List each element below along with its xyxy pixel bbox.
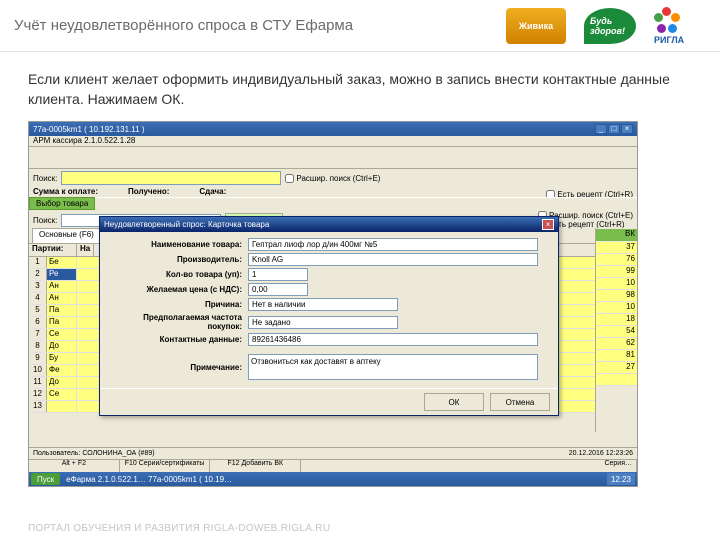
logo-bud-zdorov: Будь здоров! bbox=[584, 8, 636, 44]
app-toolbar bbox=[29, 147, 637, 169]
goods-tab[interactable]: Выбор товара bbox=[29, 197, 95, 210]
status-time: 20.12.2016 12:23:26 bbox=[569, 450, 633, 457]
mfr-field[interactable]: Knoll AG bbox=[248, 253, 538, 266]
qty-field[interactable]: 1 bbox=[248, 268, 308, 281]
dialog-title: Неудовлетворенный спрос: Карточка товара bbox=[104, 220, 269, 229]
window-title: 77а-0005km1 ( 10.192.131.11 ) bbox=[33, 125, 144, 134]
col-parties: Партии: bbox=[29, 244, 77, 256]
contact-field[interactable]: 89261436486 bbox=[248, 333, 538, 346]
reason-select[interactable]: Нет в наличии bbox=[248, 298, 398, 311]
app-screenshot: 77а-0005km1 ( 10.192.131.11 ) _□× АРМ ка… bbox=[28, 121, 638, 487]
page-title: Учёт неудовлетворённого спроса в СТУ Ефа… bbox=[14, 17, 506, 35]
start-button[interactable]: Пуск bbox=[31, 473, 60, 485]
mfr-label: Производитель: bbox=[108, 255, 248, 264]
col-name: На bbox=[77, 244, 94, 256]
name-field[interactable]: Гептрал лиоф лор д/ин 400мг №5 bbox=[248, 238, 538, 251]
slide-body: Если клиент желает оформить индивидуальн… bbox=[0, 52, 720, 117]
right-values: ВК 3776991098101854628127 bbox=[595, 228, 637, 432]
price-field[interactable]: 0,00 bbox=[248, 283, 308, 296]
search-input[interactable] bbox=[61, 171, 281, 185]
contact-label: Контактные данные: bbox=[108, 335, 248, 344]
name-label: Наименование товара: bbox=[108, 240, 248, 249]
fkey-f12[interactable]: F12 Добавить ВК bbox=[210, 460, 301, 472]
dialog-close-icon[interactable]: × bbox=[542, 219, 554, 230]
taskbar-apps[interactable]: еФарма 2.1.0.522.1… 77а-0005km1 ( 10.19… bbox=[66, 475, 232, 484]
ok-button[interactable]: ОК bbox=[424, 393, 484, 411]
slide-footer: ПОРТАЛ ОБУЧЕНИЯ И РАЗВИТИЯ RIGLA-DOWEB.R… bbox=[28, 523, 330, 534]
logo-row: Живика Будь здоров! РИГЛА bbox=[506, 7, 706, 45]
status-user: Пользователь: СОЛОНИНА_ОА (#89) bbox=[33, 450, 155, 457]
freq-select[interactable]: Не задано bbox=[248, 316, 398, 329]
fkey-serija[interactable]: Серия… bbox=[301, 460, 637, 472]
fkey-alt[interactable]: Alt + F2 bbox=[29, 460, 120, 472]
price-label: Желаемая цена (с НДС): bbox=[108, 285, 248, 294]
inner-search-label: Поиск: bbox=[33, 216, 57, 225]
logo-rigla: РИГЛА bbox=[654, 7, 706, 45]
max-icon[interactable]: □ bbox=[608, 124, 620, 134]
note-field[interactable] bbox=[248, 354, 538, 380]
tab-main[interactable]: Основные (F6) bbox=[32, 228, 101, 243]
system-tray: 12:23 bbox=[607, 473, 635, 485]
search-label: Поиск: bbox=[33, 174, 57, 183]
ext-search-check[interactable]: Расшир. поиск (Ctrl+E) bbox=[285, 174, 380, 183]
fkey-f10[interactable]: F10 Серии/сертификаты bbox=[120, 460, 211, 472]
demand-dialog: Неудовлетворенный спрос: Карточка товара… bbox=[99, 216, 559, 416]
cancel-button[interactable]: Отмена bbox=[490, 393, 550, 411]
freq-label: Предполагаемая частота покупок: bbox=[108, 313, 248, 331]
reason-label: Причина: bbox=[108, 300, 248, 309]
logo-zhivika: Живика bbox=[506, 8, 566, 44]
app-titlebar: АРМ кассира 2.1.0.522.1.28 bbox=[29, 136, 637, 147]
qty-label: Кол-во товара (уп): bbox=[108, 270, 248, 279]
min-icon[interactable]: _ bbox=[595, 124, 607, 134]
window-titlebar: 77а-0005km1 ( 10.192.131.11 ) _□× bbox=[29, 122, 637, 136]
note-label: Примечание: bbox=[108, 363, 248, 372]
close-icon[interactable]: × bbox=[621, 124, 633, 134]
